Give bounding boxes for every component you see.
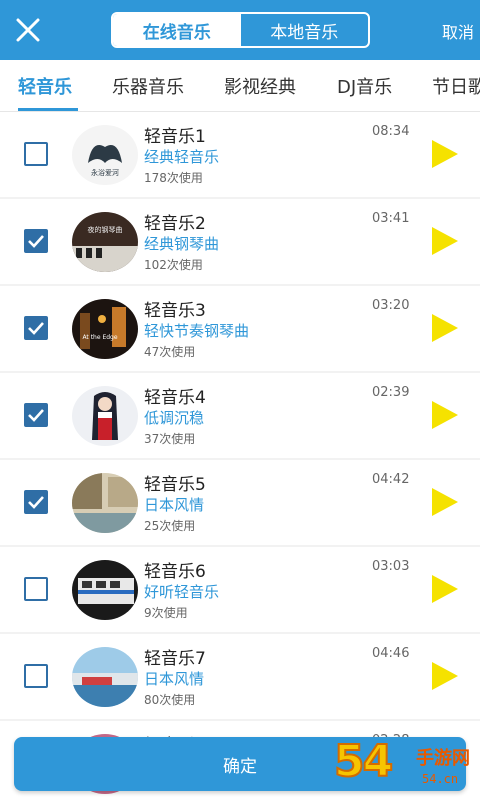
top-bar: 在线音乐 本地音乐 取消	[0, 0, 480, 60]
track-checkbox[interactable]	[24, 664, 48, 688]
close-icon[interactable]	[12, 14, 44, 46]
track-usage-count: 102次使用	[144, 258, 203, 272]
track-duration: 03:03	[372, 559, 410, 574]
track-duration: 08:34	[372, 124, 410, 139]
track-title: 轻音乐4	[144, 388, 206, 408]
tab-online-music[interactable]: 在线音乐	[113, 14, 241, 46]
play-icon[interactable]	[430, 138, 460, 170]
cover-text: 永浴爱河	[91, 168, 119, 177]
track-checkbox[interactable]	[24, 316, 48, 340]
cover-text: At the Edge	[82, 334, 117, 341]
track-subtitle: 经典钢琴曲	[144, 235, 220, 253]
tab-local-music[interactable]: 本地音乐	[241, 14, 369, 46]
track-row[interactable]: 轻音乐4 低调沉稳 37次使用 02:39	[0, 373, 480, 458]
track-subtitle: 日本风情	[144, 670, 205, 688]
track-checkbox[interactable]	[24, 142, 48, 166]
track-checkbox[interactable]	[24, 490, 48, 514]
checkmark-icon	[28, 235, 44, 248]
track-usage-count: 47次使用	[144, 345, 196, 359]
play-icon[interactable]	[430, 312, 460, 344]
category-film-classics[interactable]: 影视经典	[224, 73, 296, 99]
category-instrumental[interactable]: 乐器音乐	[112, 73, 184, 99]
play-icon[interactable]	[430, 660, 460, 692]
track-subtitle: 轻快节奏钢琴曲	[144, 322, 250, 340]
track-title: 轻音乐5	[144, 475, 206, 495]
play-icon[interactable]	[430, 486, 460, 518]
track-duration: 02:39	[372, 385, 410, 400]
track-cover: 永浴爱河	[72, 125, 138, 185]
track-row[interactable]: 轻音乐7 日本风情 80次使用 04:46	[0, 634, 480, 719]
play-icon[interactable]	[430, 225, 460, 257]
track-duration: 04:46	[372, 646, 410, 661]
cancel-button[interactable]: 取消	[442, 19, 474, 43]
track-checkbox[interactable]	[24, 577, 48, 601]
track-cover: At the Edge	[72, 299, 138, 359]
track-usage-count: 37次使用	[144, 432, 196, 446]
checkmark-icon	[28, 322, 44, 335]
track-usage-count: 178次使用	[144, 171, 203, 185]
track-duration: 03:20	[372, 298, 410, 313]
track-row[interactable]: 永浴爱河 轻音乐1 经典轻音乐 178次使用 08:34	[0, 112, 480, 197]
track-cover	[72, 386, 138, 446]
track-usage-count: 80次使用	[144, 693, 196, 707]
track-row[interactable]: 夜的钢琴曲 轻音乐2 经典钢琴曲 102次使用 03:41	[0, 199, 480, 284]
active-category-indicator	[18, 108, 78, 111]
play-icon[interactable]	[430, 573, 460, 605]
track-title: 轻音乐3	[144, 301, 206, 321]
track-cover: 夜的钢琴曲	[72, 212, 138, 272]
cover-text: 夜的钢琴曲	[88, 225, 123, 234]
checkmark-icon	[28, 409, 44, 422]
track-list: 永浴爱河 轻音乐1 经典轻音乐 178次使用 08:34 夜的钢琴曲 轻音乐2 …	[0, 112, 480, 800]
track-row[interactable]: At the Edge 轻音乐3 轻快节奏钢琴曲 47次使用 03:20	[0, 286, 480, 371]
track-cover	[72, 473, 138, 533]
track-subtitle: 经典轻音乐	[144, 148, 220, 166]
watermark-number: 54	[333, 735, 394, 788]
category-holiday-songs[interactable]: 节日歌	[432, 73, 480, 99]
source-switch: 在线音乐 本地音乐	[111, 12, 370, 48]
track-usage-count: 25次使用	[144, 519, 196, 533]
category-light-music[interactable]: 轻音乐	[18, 73, 72, 99]
watermark-name: 手游网	[416, 748, 470, 769]
track-row[interactable]: 轻音乐6 好听轻音乐 9次使用 03:03	[0, 547, 480, 632]
track-checkbox[interactable]	[24, 403, 48, 427]
track-checkbox[interactable]	[24, 229, 48, 253]
checkmark-icon	[28, 496, 44, 509]
category-tabs: 轻音乐 乐器音乐 影视经典 DJ音乐 节日歌	[0, 60, 480, 112]
track-cover	[72, 560, 138, 620]
track-subtitle: 日本风情	[144, 496, 205, 514]
watermark-url: 54.cn	[422, 772, 459, 786]
watermark-logo: 54 手游网 54.cn	[330, 734, 480, 800]
track-row[interactable]: 轻音乐5 日本风情 25次使用 04:42	[0, 460, 480, 545]
track-subtitle: 好听轻音乐	[144, 583, 220, 601]
track-title: 轻音乐1	[144, 127, 206, 147]
track-title: 轻音乐2	[144, 214, 206, 234]
track-subtitle: 低调沉稳	[144, 409, 205, 427]
category-dj-music[interactable]: DJ音乐	[337, 73, 392, 99]
track-duration: 03:41	[372, 211, 410, 226]
track-duration: 04:42	[372, 472, 410, 487]
track-title: 轻音乐7	[144, 649, 206, 669]
track-usage-count: 9次使用	[144, 606, 188, 620]
play-icon[interactable]	[430, 399, 460, 431]
track-cover	[72, 647, 138, 707]
track-title: 轻音乐6	[144, 562, 206, 582]
